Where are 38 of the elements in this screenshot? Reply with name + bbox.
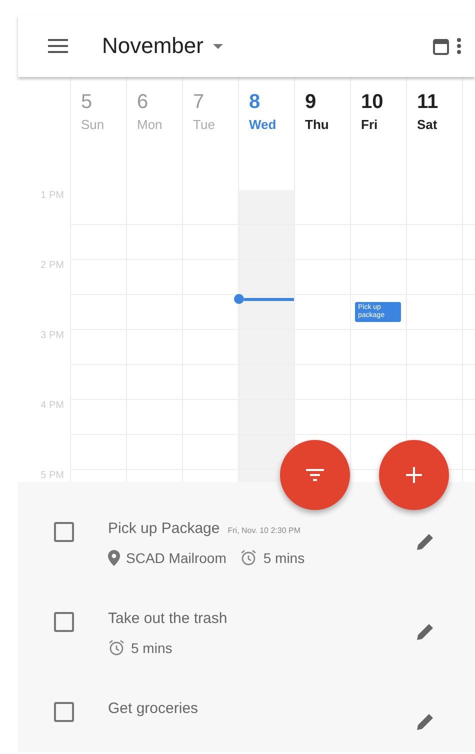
day-number: 8 xyxy=(249,91,262,114)
weekday-label: Thu xyxy=(305,117,330,132)
task-duration: 5 mins xyxy=(263,550,305,566)
month-title[interactable]: November xyxy=(102,33,204,59)
map-pin-icon xyxy=(108,550,120,566)
dropdown-caret-icon[interactable] xyxy=(213,44,224,48)
task-checkbox[interactable] xyxy=(54,612,74,632)
weekday-label: Fri xyxy=(361,117,379,132)
task-due-date: Fri, Nov. 10 2:30 PM xyxy=(228,526,300,535)
day-number: 6 xyxy=(137,91,150,114)
day-number: 9 xyxy=(305,91,318,114)
plus-icon xyxy=(406,467,422,483)
weekday-label: Mon xyxy=(137,117,164,132)
task-duration: 5 mins xyxy=(131,640,172,656)
task-checkbox[interactable] xyxy=(54,702,74,722)
weekday-label: Sat xyxy=(417,117,438,132)
day-number: 5 xyxy=(81,91,94,114)
day-number: 10 xyxy=(361,91,384,114)
task-title: Pick up Package xyxy=(108,520,220,537)
edit-pencil-icon[interactable] xyxy=(415,532,435,552)
filter-icon xyxy=(306,469,324,481)
edit-pencil-icon[interactable] xyxy=(415,622,435,642)
edit-pencil-icon[interactable] xyxy=(415,712,435,732)
task-title: Get groceries xyxy=(108,700,198,717)
menu-icon[interactable] xyxy=(48,39,68,53)
more-options-icon[interactable] xyxy=(457,37,461,55)
alarm-clock-icon xyxy=(240,549,258,566)
weekday-label: Wed xyxy=(249,117,278,132)
task-location: SCAD Mailroom xyxy=(126,550,226,566)
task-title: Take out the trash xyxy=(108,610,228,627)
day-number: 7 xyxy=(193,91,206,114)
current-time-indicator xyxy=(234,294,294,304)
weekday-label: Tue xyxy=(193,117,216,132)
weekday-label: Sun xyxy=(81,117,106,132)
alarm-clock-icon xyxy=(108,639,125,656)
calendar-icon[interactable] xyxy=(433,37,449,55)
day-number: 11 xyxy=(417,91,440,114)
task-checkbox[interactable] xyxy=(54,522,74,542)
